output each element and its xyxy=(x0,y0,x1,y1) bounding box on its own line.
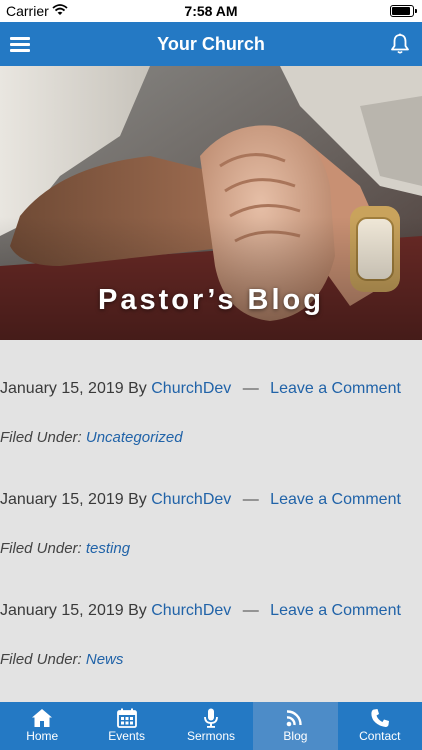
post-by: By xyxy=(128,380,147,397)
post-date: January 15, 2019 xyxy=(0,602,124,619)
category-link[interactable]: Uncategorized xyxy=(86,429,183,446)
leave-comment-link[interactable]: Leave a Comment xyxy=(270,602,401,619)
clock: 7:58 AM xyxy=(184,3,238,19)
microphone-icon xyxy=(204,708,218,728)
home-icon xyxy=(32,709,53,727)
tab-blog[interactable]: Blog xyxy=(253,702,338,750)
calendar-icon xyxy=(116,708,137,728)
separator: — xyxy=(242,380,259,397)
post-by: By xyxy=(128,602,147,619)
category-link[interactable]: News xyxy=(86,651,124,668)
post-date: January 15, 2019 xyxy=(0,491,124,508)
filed-under-label: Filed Under: xyxy=(0,651,82,668)
post-category: Filed Under: News xyxy=(0,651,123,668)
bottom-tab-bar: Home Events Sermons Blog Contact xyxy=(0,702,422,750)
post-date: January 15, 2019 xyxy=(0,380,124,397)
leave-comment-link[interactable]: Leave a Comment xyxy=(270,491,401,508)
rss-icon xyxy=(287,710,303,727)
author-link[interactable]: ChurchDev xyxy=(151,602,231,619)
tab-label: Contact xyxy=(359,729,401,743)
status-bar: Carrier 7:58 AM xyxy=(0,0,422,22)
hero-title: Pastor’s Blog xyxy=(98,284,324,316)
tab-label: Events xyxy=(108,729,145,743)
separator: — xyxy=(242,602,259,619)
app-title: Your Church xyxy=(157,34,265,54)
tab-home[interactable]: Home xyxy=(0,702,84,750)
post-meta: January 15, 2019 By ChurchDev — Leave a … xyxy=(0,602,401,620)
separator: — xyxy=(242,491,259,508)
tab-events[interactable]: Events xyxy=(84,702,168,750)
post-category: Filed Under: Uncategorized xyxy=(0,429,183,446)
filed-under-label: Filed Under: xyxy=(0,540,82,557)
tab-label: Blog xyxy=(283,729,308,743)
leave-comment-link[interactable]: Leave a Comment xyxy=(270,380,401,397)
post-by: By xyxy=(128,491,147,508)
tab-contact[interactable]: Contact xyxy=(338,702,422,750)
phone-icon xyxy=(371,709,389,727)
app-header: Your Church xyxy=(0,22,422,66)
filed-under-label: Filed Under: xyxy=(0,429,82,446)
post-meta: January 15, 2019 By ChurchDev — Leave a … xyxy=(0,380,401,398)
author-link[interactable]: ChurchDev xyxy=(151,380,231,397)
tab-sermons[interactable]: Sermons xyxy=(169,702,253,750)
author-link[interactable]: ChurchDev xyxy=(151,491,231,508)
tab-label: Home xyxy=(26,729,59,743)
tab-label: Sermons xyxy=(187,729,236,743)
post-meta: January 15, 2019 By ChurchDev — Leave a … xyxy=(0,491,401,509)
category-link[interactable]: testing xyxy=(86,540,130,557)
blog-post-list: January 15, 2019 By ChurchDev — Leave a … xyxy=(0,340,422,702)
hero-banner: Pastor’s Blog xyxy=(0,66,422,340)
notification-bell-icon[interactable] xyxy=(388,32,412,56)
battery-icon xyxy=(390,5,417,17)
post-category: Filed Under: testing xyxy=(0,540,130,557)
